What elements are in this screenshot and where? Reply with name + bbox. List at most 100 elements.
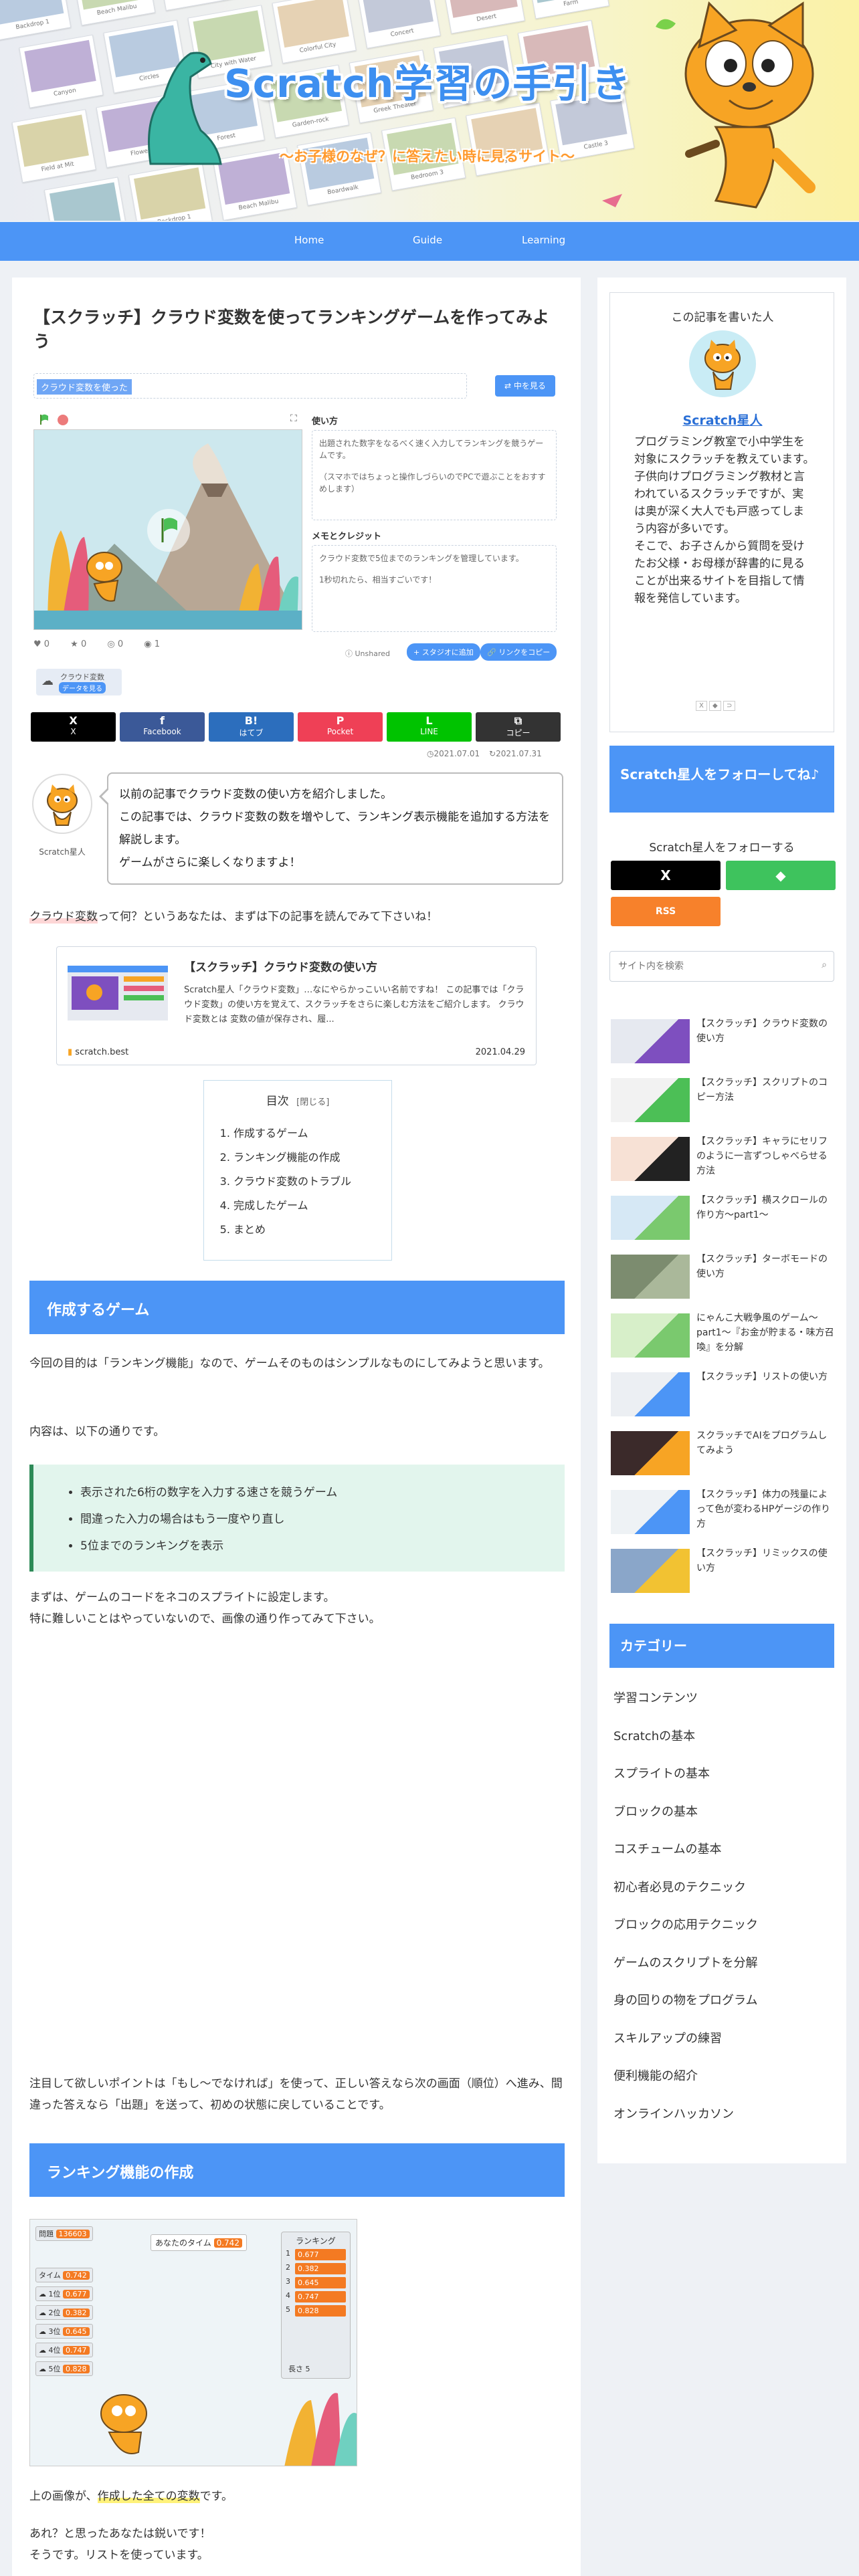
follow-x-button[interactable]: X — [611, 861, 721, 890]
share-service-icon: X — [69, 714, 78, 727]
nav-learning[interactable]: Learning — [522, 234, 565, 246]
sidebar-post-item[interactable]: 【スクラッチ】横スクロールの作り方～part1～ — [611, 1193, 834, 1243]
share-label: はてブ — [239, 728, 264, 738]
toc-item[interactable]: 完成したゲーム — [233, 1194, 391, 1218]
backdrop-tile: Boardwalk — [155, 0, 240, 11]
cloud-variable-tag[interactable]: ☁ クラウド変数 データを見る — [36, 669, 122, 695]
favorite-icon[interactable]: ★ — [70, 639, 81, 649]
author-social-links: X ◆ ⊃ — [696, 701, 736, 711]
link-icon: 🔗 — [487, 648, 499, 657]
copy-link-button[interactable]: 🔗 リンクをコピー — [480, 643, 557, 661]
post-thumbnail — [611, 1549, 690, 1593]
category-link[interactable]: ゲームのスクリプトを分解 — [613, 1953, 757, 1971]
category-link[interactable]: 初心者必見のテクニック — [613, 1878, 746, 1895]
sidebar-post-item[interactable]: 【スクラッチ】スクリプトのコピー方法 — [611, 1075, 834, 1125]
ranking-list-item: 4 0.747 — [286, 2291, 346, 2302]
site-title[interactable]: Scratch学習の手引き — [224, 52, 631, 108]
post-title: にゃんこ大戦争風のゲーム～part1～『お金が貯まる・味方召喚』を分解 — [696, 1313, 834, 1353]
category-link[interactable]: スプライトの基本 — [613, 1764, 710, 1782]
view-count: 1 — [154, 639, 160, 649]
instructions-heading: 使い方 — [312, 417, 339, 427]
sidebar-post-item[interactable]: スクラッチでAIをプログラムしてみよう — [611, 1428, 834, 1478]
category-link[interactable]: オンラインハッカソン — [613, 2105, 734, 2122]
toc-item[interactable]: まとめ — [233, 1218, 391, 1242]
rss-icon[interactable]: ⊃ — [723, 701, 736, 711]
cloud-var-monitor: ☁ 1位 0.677 — [35, 2286, 93, 2301]
nav-home[interactable]: Home — [294, 234, 324, 246]
project-title-field[interactable]: ランキング クラウド変数を使った — [33, 373, 467, 399]
category-link[interactable]: ブロックの基本 — [613, 1802, 698, 1820]
follow-feedly-button[interactable]: ◆ — [726, 861, 836, 890]
site-header-banner[interactable]: Backdrop 1Beach MalibuBoardwalkBedroom 3… — [0, 0, 859, 221]
selected-text: クラウド変数を使った — [37, 379, 132, 395]
cloud-icon: ☁ — [39, 2309, 49, 2317]
ranking-variables-screenshot: 問題 136603 あなたのタイム 0.742 タイム 0.742 ☁ 1位 0… — [29, 2219, 357, 2466]
ranking-list-monitor: ランキング 1 0.677 2 0.382 3 0.645 4 0.747 5 0.828 長さ … — [281, 2232, 351, 2379]
ranking-list-item: 5 0.828 — [286, 2305, 346, 2317]
post-thumbnail — [611, 1431, 690, 1475]
x-icon[interactable]: X — [696, 701, 707, 711]
share-button-5[interactable]: L LINE — [387, 712, 472, 742]
project-stage[interactable] — [33, 429, 302, 630]
toc-toggle[interactable]: [閉じる] — [296, 1097, 329, 1107]
site-favicon-icon: ▮ — [68, 1047, 76, 1057]
love-icon[interactable]: ♥ — [33, 639, 44, 649]
feature-list-box: 表示された6桁の数字を入力する速さを競うゲーム 間違った入力の場合はもう一度やり… — [29, 1465, 565, 1572]
post-title: 【スクラッチ】スクリプトのコピー方法 — [696, 1077, 828, 1103]
category-link[interactable]: 身の回りの物をプログラム — [613, 1991, 757, 2008]
follow-rss-button[interactable]: RSS — [611, 897, 721, 926]
sidebar-post-item[interactable]: 【スクラッチ】クラウド変数の使い方 — [611, 1016, 834, 1066]
see-inside-button[interactable]: ⇄ 中を見る — [495, 375, 555, 397]
share-button-4[interactable]: P Pocket — [298, 712, 383, 742]
nav-guide[interactable]: Guide — [413, 234, 442, 246]
paragraph: あれ？と思ったあなたは鋭いです！ — [29, 2527, 211, 2541]
share-button-6[interactable]: ⧉ コピー — [476, 712, 561, 742]
sidebar-post-item[interactable]: にゃんこ大戦争風のゲーム～part1～『お金が貯まる・味方召喚』を分解 — [611, 1311, 834, 1360]
category-link[interactable]: 学習コンテンツ — [613, 1689, 698, 1706]
category-link[interactable]: Scratchの基本 — [613, 1727, 695, 1744]
favorite-count: 0 — [80, 639, 87, 649]
toc-item[interactable]: ランキング機能の作成 — [233, 1146, 391, 1170]
card-title[interactable]: 【スクラッチ】クラウド変数の使い方 — [184, 958, 377, 974]
add-to-studio-button[interactable]: + スタジオに追加 — [407, 643, 480, 661]
sidebar-post-item[interactable]: 【スクラッチ】体力の残量によって色が変わるHPゲージの作り方 — [611, 1487, 834, 1537]
sidebar-post-item[interactable]: 【スクラッチ】リストの使い方 — [611, 1370, 834, 1419]
paragraph: 注目して欲しいポイントは「もし～でなければ」を使って、正しい答えなら次の画面（順… — [29, 2077, 563, 2112]
refresh-icon: ↻ — [489, 749, 496, 758]
share-button-2[interactable]: f Facebook — [120, 712, 205, 742]
site-search-input[interactable] — [610, 952, 811, 981]
sidebar-post-item[interactable]: 【スクラッチ】ターボモードの使い方 — [611, 1252, 834, 1301]
category-link[interactable]: スキルアップの練習 — [613, 2029, 722, 2046]
fullscreen-icon[interactable]: ⛶ — [290, 413, 297, 424]
category-heading: カテゴリー — [609, 1624, 834, 1668]
toc-item[interactable]: 作成するゲーム — [233, 1121, 391, 1146]
bubble-line: 以前の記事でクラウド変数の使い方を紹介しました。 — [119, 788, 392, 801]
remix-count: 0 — [117, 639, 124, 649]
feedly-icon[interactable]: ◆ — [709, 701, 721, 711]
category-link[interactable]: ブロックの応用テクニック — [613, 1915, 758, 1933]
article-title: 【スクラッチ】クラウド変数を使ってランキングゲームを作ってみよう — [33, 308, 550, 351]
related-article-card[interactable]: 【スクラッチ】クラウド変数の使い方 Scratch星人「クラウド変数」…なにやら… — [56, 946, 537, 1065]
paragraph: 内容は、以下の通りです。 — [29, 1425, 165, 1438]
post-thumbnail — [611, 1313, 690, 1358]
backdrop-tile: Desert — [440, 0, 525, 34]
global-nav: Home Guide Learning — [0, 222, 859, 261]
author-name-link[interactable]: Scratch星人 — [610, 411, 835, 429]
stop-icon[interactable] — [58, 415, 68, 425]
share-button-1[interactable]: XX — [31, 712, 116, 742]
toc-item[interactable]: クラウド変数のトラブル — [233, 1170, 391, 1194]
search-icon[interactable]: ⌕ — [822, 960, 827, 970]
post-title: 【スクラッチ】リストの使い方 — [696, 1372, 828, 1382]
sidebar-post-item[interactable]: 【スクラッチ】リミックスの使い方 — [611, 1546, 834, 1596]
share-button-3[interactable]: B! はてブ — [209, 712, 294, 742]
share-label: X — [70, 727, 76, 736]
cloud-icon: ☁ — [39, 2365, 49, 2373]
cloud-var-monitor: ☁ 2位 0.382 — [35, 2305, 93, 2320]
category-link[interactable]: 便利機能の紹介 — [613, 2066, 698, 2084]
green-flag-icon[interactable] — [39, 413, 51, 425]
share-service-icon: f — [160, 714, 165, 727]
sidebar-post-item[interactable]: 【スクラッチ】キャラにセリフのように一言ずつしゃべらせる方法 — [611, 1134, 834, 1184]
view-icon: ◉ — [144, 639, 155, 649]
date-posted: 2021.07.01 — [434, 749, 480, 758]
category-link[interactable]: コスチュームの基本 — [613, 1840, 721, 1857]
